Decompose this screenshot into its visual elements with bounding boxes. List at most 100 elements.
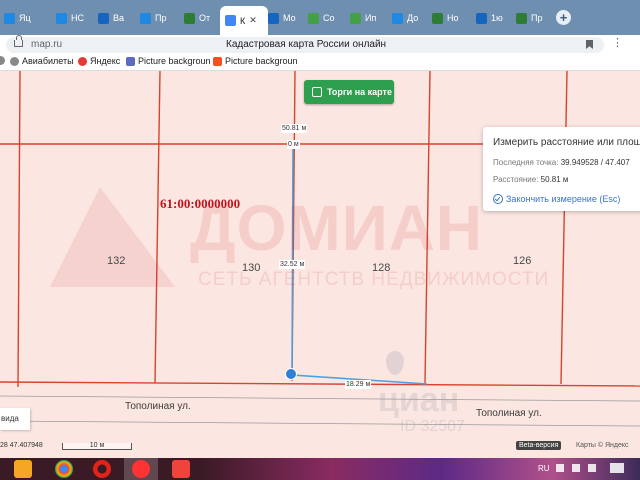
- tab-strip: Яц НС Ва Пр От К ✕ Мо Со Ип До Но 1ю Пр …: [0, 0, 640, 35]
- yandex-zen-icon: [4, 12, 15, 24]
- address-bar[interactable]: map.ru Кадастровая карта России онлайн: [6, 35, 604, 53]
- tab-active[interactable]: К ✕: [220, 6, 268, 35]
- tab-1[interactable]: Яц: [4, 8, 48, 28]
- street-label: Тополиная ул.: [125, 401, 191, 412]
- close-icon[interactable]: ✕: [249, 15, 257, 26]
- tab-icon: [56, 12, 67, 24]
- browser-toolbar: map.ru Кадастровая карта России онлайн ⋮: [0, 35, 640, 55]
- chrome-icon[interactable]: [55, 460, 73, 478]
- tab-label: К: [240, 15, 246, 26]
- tab-11[interactable]: Но: [432, 8, 466, 28]
- bookmark-picture-2[interactable]: Picture backgroun: [213, 56, 298, 66]
- cadastral-map[interactable]: ДОМИАН СЕТЬ АГЕНТСТВ НЕДВИЖИМОСТИ циан I…: [0, 71, 640, 458]
- measure-panel: Измерить расстояние или площадь Последня…: [483, 127, 640, 211]
- check-circle-icon: [493, 194, 503, 204]
- bookmark-item[interactable]: [0, 56, 5, 65]
- tab-label: Ва: [113, 13, 125, 23]
- anydesk-icon[interactable]: [172, 460, 190, 478]
- measure-label-segment: 18.29 м: [345, 380, 372, 389]
- tab-icon: [140, 12, 151, 24]
- lock-icon[interactable]: [14, 35, 23, 47]
- bookmark-picture-1[interactable]: Picture backgroun: [126, 56, 211, 66]
- map-attribution[interactable]: Карты © Яндекс: [576, 442, 629, 449]
- bookmark-label: Picture backgroun: [225, 56, 298, 66]
- network-icon[interactable]: [556, 464, 564, 472]
- gear-icon: [0, 56, 5, 65]
- tab-label: До: [407, 13, 419, 23]
- tab-icon: [268, 12, 279, 24]
- taskbar: RU: [0, 458, 640, 480]
- bookmark-icon[interactable]: [586, 40, 593, 49]
- finish-measure-label: Закончить измерение (Esc): [506, 194, 621, 204]
- checkbox-icon: [312, 87, 322, 97]
- new-tab-button[interactable]: +: [556, 10, 571, 25]
- bookmark-yandex[interactable]: Яндекс: [78, 56, 120, 66]
- plot-number: 132: [107, 255, 126, 267]
- torgi-button[interactable]: Торги на карте: [304, 80, 394, 104]
- tab-label: Мо: [283, 13, 296, 23]
- tab-label: Со: [323, 13, 335, 23]
- avito-icon: [98, 12, 109, 24]
- cadastral-number: 61:00:0000000: [160, 196, 241, 211]
- tab-label: Пр: [155, 13, 167, 23]
- distance-value: 50.81 м: [540, 175, 569, 184]
- opera-icon[interactable]: [93, 460, 111, 478]
- plot-number: 128: [372, 262, 391, 274]
- tab-8[interactable]: Со: [308, 8, 342, 28]
- tab-12[interactable]: 1ю: [476, 8, 510, 28]
- tab-10[interactable]: До: [392, 8, 426, 28]
- measure-label-total: 50.81 м: [281, 124, 308, 133]
- torgi-label: Торги на карте: [327, 87, 392, 97]
- coordinates-readout: 28 47.407948: [0, 442, 43, 449]
- map-icon: [225, 15, 236, 26]
- tab-icon: [308, 12, 319, 24]
- tab-4[interactable]: Пр: [140, 8, 174, 28]
- url-text: map.ru: [31, 39, 63, 50]
- volume-icon[interactable]: [572, 464, 580, 472]
- measure-point-icon[interactable]: [285, 368, 297, 380]
- tab-9[interactable]: Ип: [350, 8, 384, 28]
- finish-measure-button[interactable]: Закончить измерение (Esc): [493, 194, 620, 204]
- tab-3[interactable]: Ва: [98, 8, 132, 28]
- tab-5[interactable]: От: [184, 8, 218, 28]
- bookmark-label: Авиабилеты: [22, 56, 74, 66]
- parcel-boundary: [560, 71, 568, 385]
- watermark-cian: циан: [378, 381, 460, 419]
- screen: Яц НС Ва Пр От К ✕ Мо Со Ип До Но 1ю Пр …: [0, 0, 640, 480]
- bookmark-label: Яндекс: [90, 56, 121, 66]
- road-edge: [0, 420, 640, 427]
- distance-row: Расстояние: 50.81 м: [493, 175, 568, 184]
- tab-label: Пр: [531, 13, 543, 23]
- tab-7[interactable]: Мо: [268, 8, 302, 28]
- view-control[interactable]: вида: [0, 408, 30, 430]
- tab-icon: [392, 12, 403, 24]
- media-player-icon[interactable]: [14, 460, 32, 478]
- tab-icon: [350, 12, 361, 24]
- parcel-boundary: [17, 71, 21, 388]
- parcel-boundary: [0, 381, 640, 387]
- plot-number: 126: [513, 255, 532, 267]
- yandex-browser-icon[interactable]: [132, 460, 150, 478]
- beta-badge: Beta-версия: [516, 441, 562, 450]
- last-point-value: 39.949528 / 47.407: [560, 158, 630, 167]
- gear-icon: [10, 56, 19, 66]
- tab-icon: [184, 12, 195, 24]
- bookmark-aviabilety[interactable]: Авиабилеты: [10, 56, 74, 66]
- measure-label-segment: 32.52 м: [279, 260, 306, 269]
- language-indicator[interactable]: RU: [538, 464, 550, 473]
- tab-label: Яц: [19, 13, 31, 23]
- parcel-boundary: [154, 71, 161, 384]
- plot-number: 130: [242, 262, 261, 274]
- measure-panel-title: Измерить расстояние или площадь: [493, 137, 640, 148]
- tab-2[interactable]: НС: [56, 8, 90, 28]
- menu-icon[interactable]: ⋮: [612, 37, 623, 49]
- last-point-row: Последняя точка: 39.949528 / 47.407: [493, 158, 630, 167]
- notifications-icon[interactable]: [610, 463, 624, 473]
- tab-label: Но: [447, 13, 459, 23]
- street-label: Тополиная ул.: [476, 408, 542, 419]
- tab-13[interactable]: Пр: [516, 8, 550, 28]
- keyboard-icon[interactable]: [588, 464, 596, 472]
- tab-label: 1ю: [491, 13, 503, 23]
- road-edge: [0, 395, 640, 402]
- tab-label: НС: [71, 13, 84, 23]
